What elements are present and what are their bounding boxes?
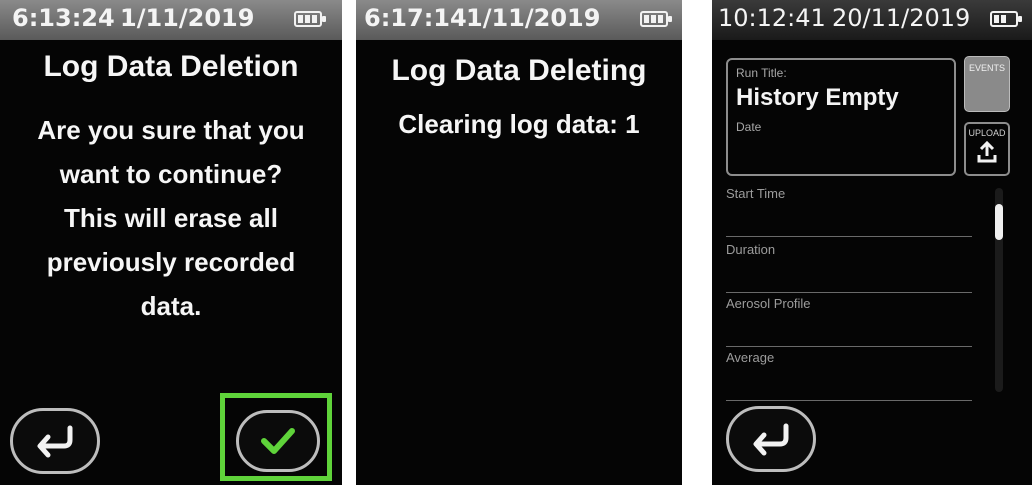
back-button[interactable] bbox=[10, 408, 100, 474]
message-line: Are you sure that you bbox=[37, 115, 305, 145]
field-aerosol-profile: Aerosol Profile bbox=[726, 294, 972, 347]
field-label: Duration bbox=[726, 242, 776, 257]
return-arrow-icon bbox=[753, 423, 789, 456]
status-bar: 6:17:14 1/11/2019 bbox=[356, 0, 682, 40]
status-time: 10:12:41 bbox=[718, 4, 826, 32]
message-line: This will erase all bbox=[64, 203, 278, 233]
run-title-label: Run Title: bbox=[736, 66, 787, 80]
battery-icon bbox=[294, 11, 326, 27]
upload-label: UPLOAD bbox=[968, 128, 1006, 138]
return-arrow-icon bbox=[37, 425, 73, 458]
checkmark-icon bbox=[261, 428, 295, 454]
confirmation-message: Are you sure that you want to continue? … bbox=[0, 108, 342, 328]
battery-icon bbox=[990, 11, 1022, 27]
run-summary-card[interactable]: Run Title: History Empty Date bbox=[726, 58, 956, 176]
page-title: Log Data Deleting bbox=[391, 54, 647, 87]
status-date: 20/11/2019 bbox=[832, 4, 971, 32]
field-label: Start Time bbox=[726, 186, 786, 201]
battery-icon bbox=[640, 11, 672, 27]
confirm-button[interactable] bbox=[236, 410, 320, 472]
field-average: Average bbox=[726, 348, 972, 401]
status-bar: 10:12:41 20/11/2019 bbox=[712, 0, 1032, 40]
scrollbar-thumb[interactable] bbox=[995, 204, 1003, 240]
page-title: Log Data Deletion bbox=[43, 50, 299, 83]
field-start-time: Start Time bbox=[726, 184, 972, 237]
back-button[interactable] bbox=[726, 406, 816, 472]
screen-log-data-deletion: 6:13:24 1/11/2019 Log Data Deletion Are … bbox=[0, 0, 342, 485]
field-label: Average bbox=[726, 350, 775, 365]
message-line: want to continue? bbox=[59, 159, 283, 189]
screen-history: 10:12:41 20/11/2019 Run Title: History E… bbox=[712, 0, 1032, 485]
status-date: 1/11/2019 bbox=[466, 4, 601, 32]
message-line: data. bbox=[140, 291, 202, 321]
events-button[interactable]: EVENTS bbox=[964, 56, 1010, 112]
screen-log-data-deleting: 6:17:14 1/11/2019 Log Data Deleting Clea… bbox=[356, 0, 682, 485]
status-date: 1/11/2019 bbox=[120, 4, 255, 32]
status-time: 6:17:14 bbox=[364, 4, 467, 32]
date-label: Date bbox=[736, 120, 762, 134]
progress-message: Clearing log data: 1 bbox=[356, 102, 682, 146]
upload-icon bbox=[977, 140, 997, 163]
events-label: EVENTS bbox=[968, 63, 1005, 73]
status-time: 6:13:24 bbox=[12, 4, 115, 32]
message-line: previously recorded bbox=[46, 247, 296, 277]
run-title-value: History Empty bbox=[736, 84, 899, 111]
upload-button[interactable]: UPLOAD bbox=[964, 122, 1010, 176]
field-label: Aerosol Profile bbox=[726, 296, 811, 311]
message-line: Clearing log data: 1 bbox=[398, 109, 640, 139]
status-bar: 6:13:24 1/11/2019 bbox=[0, 0, 342, 40]
field-duration: Duration bbox=[726, 240, 972, 293]
